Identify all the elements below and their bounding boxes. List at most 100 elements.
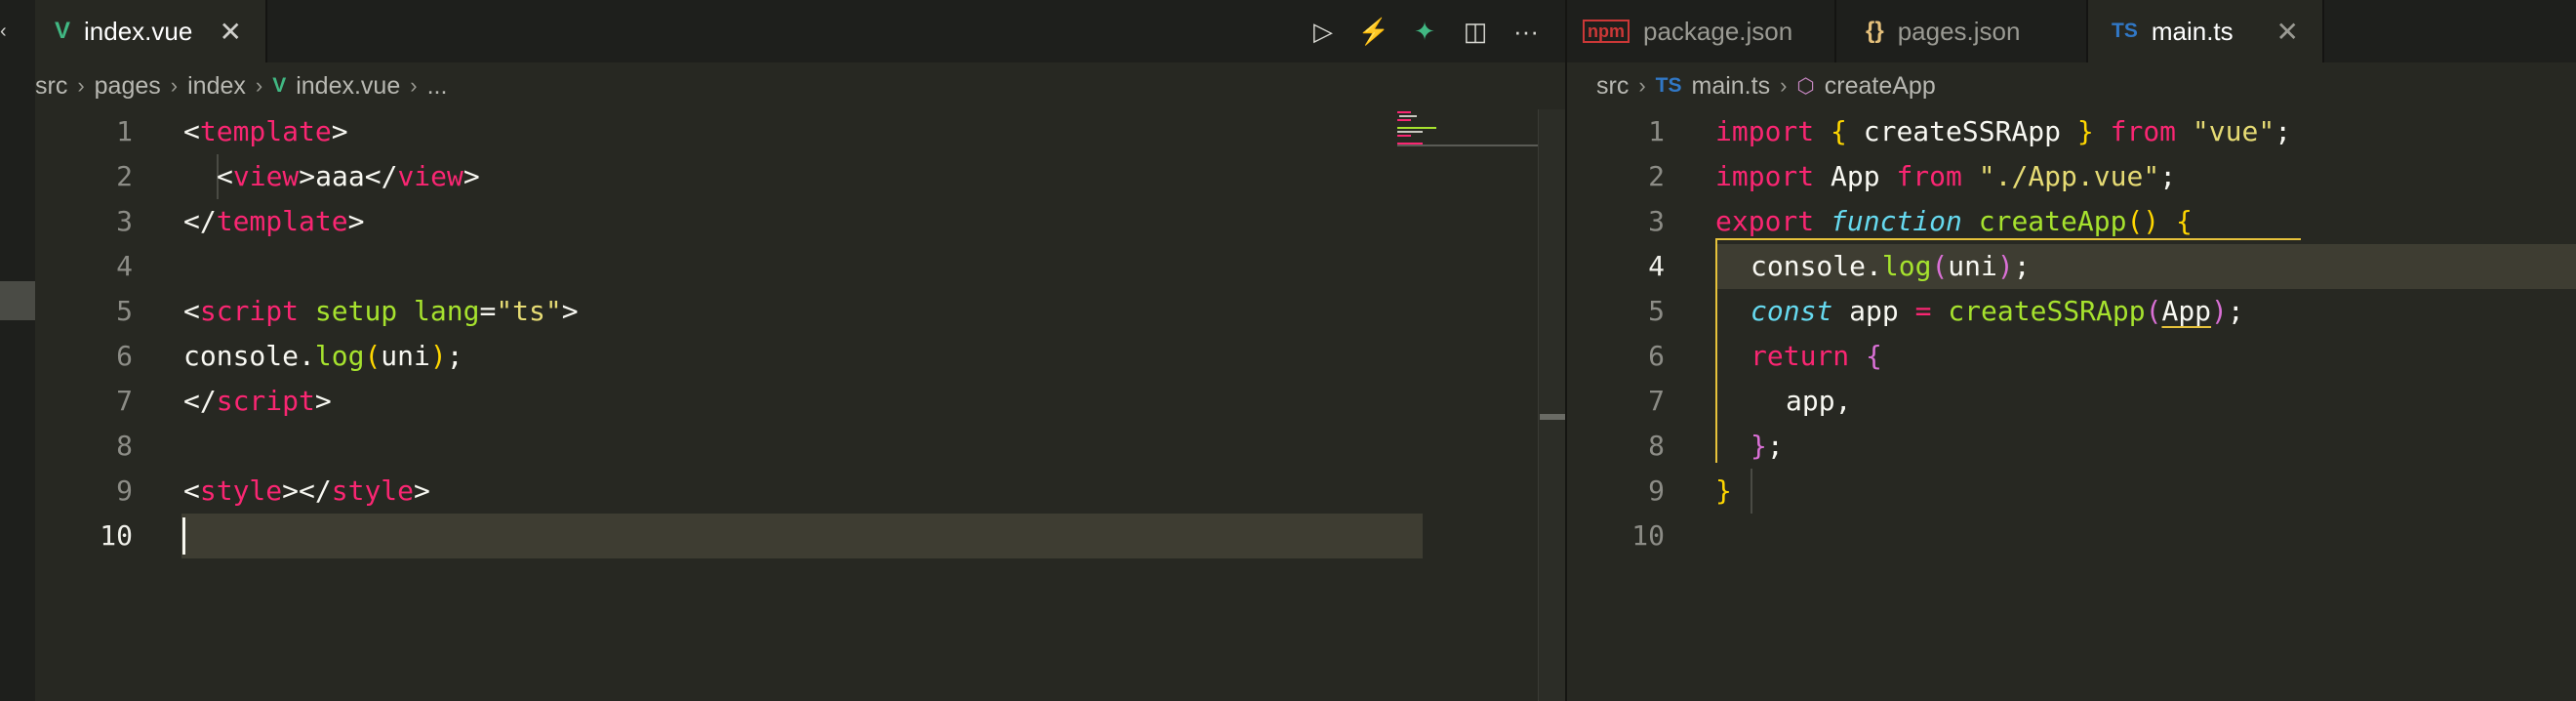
line-number: 10 [1631,519,1665,552]
code-text: </template> [183,205,365,237]
line-number: 1 [1648,115,1665,147]
code-text: }; [1751,430,1784,462]
code-text: app, [1786,385,1852,417]
code-text: import { createSSRApp } from "vue"; [1715,115,2292,147]
chevron-right-icon: › [1780,73,1788,98]
code-text: return { [1751,340,1882,372]
tab-main-ts[interactable]: TS main.ts ✕ [2088,0,2322,62]
line-number: 4 [116,250,133,282]
code-text: </script> [183,385,332,417]
code-text: <script setup lang="ts"> [183,295,579,327]
code-line: 8 [35,424,1538,469]
minimap-line [1397,111,1411,113]
vertical-scrollbar[interactable] [1538,109,1565,701]
split-editor-icon[interactable]: ◫ [1450,10,1501,53]
breadcrumb-item-pages[interactable]: pages [95,72,161,101]
line-number: 5 [116,295,133,327]
line-number: 8 [116,430,133,462]
run-icon[interactable]: ▷ [1298,10,1348,53]
code-line: 6 return { [1567,334,2576,379]
code-text: console.log(uni); [1751,250,2031,282]
chevron-right-icon: › [255,73,263,98]
editor-actions: ▷ ⚡ ✦ ◫ ··· [1298,10,1551,53]
code-line: 5 const app = createSSRApp(App); [1567,289,2576,334]
breadcrumb-item-index[interactable]: index [187,72,246,101]
breadcrumb-item-symbol[interactable]: createApp [1825,72,1936,101]
line-number: 2 [116,160,133,192]
more-actions-icon[interactable]: ··· [1501,10,1551,53]
line-number: 8 [1648,430,1665,462]
line-number: 10 [100,519,133,552]
code-line: 1 <template> [35,109,1538,154]
tab-label: index.vue [84,16,193,46]
minimap-line [1397,119,1411,121]
chevron-right-icon: › [170,73,179,98]
code-line: 5 <script setup lang="ts"> [35,289,1538,334]
code-text: <template> [183,115,348,147]
code-line: 3 </template> [35,199,1538,244]
line-number: 3 [116,205,133,237]
minimap-line [1397,131,1423,133]
minimap[interactable] [1397,109,1538,148]
code-line: 4 [35,244,1538,289]
line-number: 7 [116,385,133,417]
tab-divider [265,0,267,62]
right-tab-bar: npm package.json {} pages.json TS main.t… [1567,0,2576,62]
close-icon[interactable]: ✕ [2276,16,2299,48]
code-line: 10 [1567,514,2576,558]
line-number: 7 [1648,385,1665,417]
breadcrumb-item-file[interactable]: main.ts [1692,72,1771,101]
code-line: 10 [35,514,1538,558]
line-number: 9 [1648,474,1665,507]
code-line: 2 import App from "./App.vue"; [1567,154,2576,199]
tab-index-vue[interactable]: V index.vue ✕ [35,0,265,62]
tab-pages-json[interactable]: {} pages.json [1836,0,2086,62]
typescript-icon: TS [1655,74,1682,97]
close-icon[interactable]: ✕ [220,16,242,48]
activity-strip [0,62,35,701]
breadcrumb-item-more[interactable]: ... [427,72,448,101]
chevron-right-icon: › [1638,73,1646,98]
tab-package-json[interactable]: npm package.json [1567,0,1834,62]
code-text: const app = createSSRApp(App); [1751,295,2244,327]
line-number: 6 [116,340,133,372]
left-tab-bar: V index.vue ✕ ‹ ▷ ⚡ ✦ ◫ ··· [0,0,1565,62]
json-icon: {} [1866,18,1884,44]
code-text: import App from "./App.vue"; [1715,160,2177,192]
tab-divider [2322,0,2324,62]
code-line: 7 </script> [35,379,1538,424]
breadcrumb-item-src[interactable]: src [35,72,67,101]
line-number: 3 [1648,205,1665,237]
minimap-line [1397,135,1411,137]
tab-label: main.ts [2151,16,2234,46]
breadcrumb-item-src[interactable]: src [1596,72,1629,101]
tab-label: package.json [1643,16,1793,46]
code-line: 2 <view>aaa</view> [35,154,1538,199]
line-number: 9 [116,474,133,507]
code-text: export function createApp() { [1715,205,2193,237]
code-line: 9 } [1567,469,2576,514]
code-text: console.log(uni); [183,340,463,372]
scrollbar-thumb[interactable] [1540,414,1565,420]
code-text: } [1715,474,1732,507]
vue-devtools-icon[interactable]: ✦ [1399,10,1450,53]
line-number: 1 [116,115,133,147]
line-number: 6 [1648,340,1665,372]
minimap-line [1397,127,1436,129]
symbol-method-icon: ⬡ [1796,74,1815,98]
code-line: 3 export function createApp() { [1567,199,2576,244]
tab-label: pages.json [1897,16,2021,46]
vite-icon[interactable]: ⚡ [1348,10,1399,53]
code-line: 1 import { createSSRApp } from "vue"; [1567,109,2576,154]
breadcrumb-item-file[interactable]: index.vue [296,72,400,101]
code-text: <style></style> [183,474,430,507]
vue-file-icon: V [272,74,287,97]
breadcrumb: src › TS main.ts › ⬡ createApp [1596,62,2572,109]
minimap-viewport [1397,144,1538,146]
code-editor-right[interactable]: 1 import { createSSRApp } from "vue"; 2 … [1567,109,2576,701]
code-editor-left[interactable]: 1 <template> 2 <view>aaa</view> 3 </temp… [35,109,1538,701]
code-line: 4 console.log(uni); [1567,244,2576,289]
line-number: 2 [1648,160,1665,192]
code-line: 8 }; [1567,424,2576,469]
code-line: 7 app, [1567,379,2576,424]
